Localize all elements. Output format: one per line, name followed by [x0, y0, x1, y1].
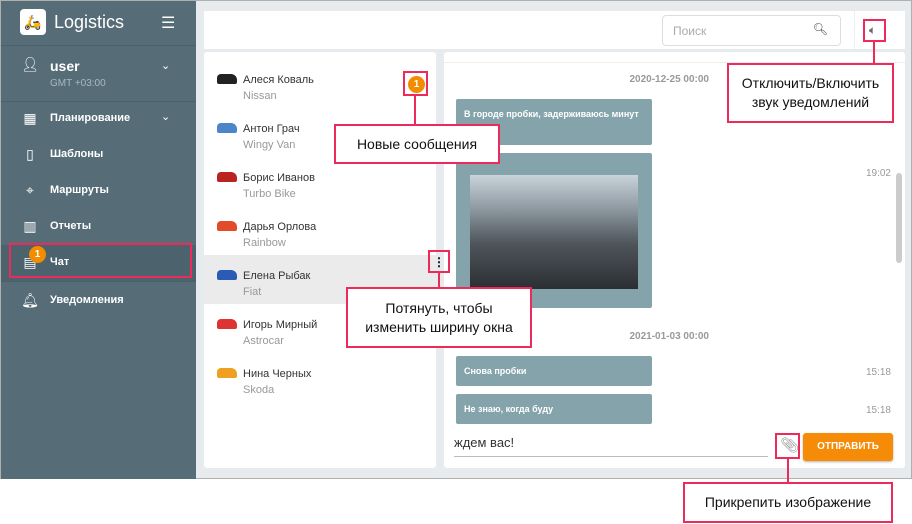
- contact-item[interactable]: Нина Черных Skoda: [204, 353, 436, 402]
- contact-item[interactable]: Борис Иванов Turbo Bike: [204, 157, 436, 206]
- user-icon: 👤︎: [21, 56, 39, 72]
- callout-new-messages: Новые сообщения: [334, 124, 500, 164]
- highlight-attach: [775, 433, 800, 459]
- calendar-icon: ▦: [23, 110, 37, 126]
- brand-name: Logistics: [54, 12, 125, 32]
- contact-name: Алеся Коваль: [243, 74, 314, 86]
- contact-vehicle: Astrocar: [243, 335, 284, 347]
- user-name[interactable]: user: [50, 58, 80, 74]
- callout-resize: Потянуть, чтобы изменить ширину окна: [346, 287, 532, 348]
- message-time: 15:18: [865, 405, 891, 416]
- sidebar-item-planning[interactable]: ▦ Планирование ⌄: [1, 101, 196, 137]
- message-bubble: Не знаю, когда буду: [456, 394, 652, 424]
- timezone: GMT +03:00: [50, 78, 106, 89]
- image-message[interactable]: [456, 153, 652, 308]
- bell-icon: 🔔︎: [21, 292, 39, 308]
- contact-vehicle: Rainbow: [243, 237, 286, 249]
- sidebar-item-routes[interactable]: ⌖ Маршруты: [1, 173, 196, 209]
- callout-sound: Отключить/Включить звук уведомлений: [727, 63, 894, 123]
- contact-name: Антон Грач: [243, 123, 300, 135]
- vehicle-icon: [217, 270, 237, 280]
- vehicle-icon: [217, 123, 237, 133]
- message-bubble: Снова пробки: [456, 356, 652, 386]
- message-time: 19:02: [865, 168, 891, 179]
- sidebar: 🛵 Logistics ☰ 👤︎ user ⌄ GMT +03:00 ▦ План…: [1, 1, 196, 479]
- contact-name: Игорь Мирный: [243, 319, 318, 331]
- logo-icon: 🛵: [20, 9, 46, 35]
- route-icon: ⌖: [26, 182, 34, 198]
- search-icon[interactable]: 🔍︎: [813, 22, 828, 36]
- chevron-down-icon: ⌄: [161, 111, 171, 123]
- scrollbar[interactable]: [896, 173, 902, 263]
- template-icon: ▯: [26, 146, 34, 162]
- vehicle-icon: [217, 368, 237, 378]
- contact-vehicle: Nissan: [243, 90, 277, 102]
- vehicle-icon: [217, 74, 237, 84]
- sidebar-item-notifications[interactable]: 🔔︎ Уведомления: [1, 283, 196, 319]
- vehicle-icon: [217, 319, 237, 329]
- date-separator: 2020-12-25 00:00: [629, 74, 709, 85]
- contact-vehicle: Fiat: [243, 286, 262, 298]
- vehicle-icon: [217, 221, 237, 231]
- contact-list: Алеся Коваль Nissan 1 Антон Грач Wingy Va…: [204, 52, 436, 468]
- highlight-new-badge: [403, 71, 428, 96]
- contact-name: Елена Рыбак: [243, 270, 311, 282]
- menu-icon[interactable]: ☰: [161, 13, 175, 33]
- highlight-sound: [863, 19, 886, 42]
- message-input[interactable]: ждем вас!: [454, 435, 768, 457]
- contact-item[interactable]: Дарья Орлова Rainbow: [204, 206, 436, 255]
- resize-handle-icon[interactable]: ⋮: [428, 250, 450, 273]
- contact-vehicle: Skoda: [243, 384, 275, 396]
- contact-vehicle: Wingy Van: [243, 139, 296, 151]
- callout-attach: Прикрепить изображение: [683, 482, 893, 523]
- highlight-chat: [9, 243, 192, 278]
- sidebar-item-reports[interactable]: ▥ Отчеты: [1, 209, 196, 245]
- traffic-photo[interactable]: [470, 175, 638, 289]
- contact-item[interactable]: Алеся Коваль Nissan 1: [204, 59, 436, 108]
- message-time: 15:18: [865, 367, 891, 378]
- contact-name: Нина Черных: [243, 368, 312, 380]
- contact-name: Дарья Орлова: [243, 221, 317, 233]
- contact-vehicle: Turbo Bike: [243, 188, 296, 200]
- vehicle-icon: [217, 172, 237, 182]
- chart-icon: ▥: [23, 218, 37, 234]
- chevron-down-icon[interactable]: ⌄: [161, 59, 170, 72]
- search-input[interactable]: Поиск 🔍︎: [662, 15, 841, 46]
- sidebar-item-templates[interactable]: ▯ Шаблоны: [1, 137, 196, 173]
- contact-name: Борис Иванов: [243, 172, 315, 184]
- send-button[interactable]: ОТПРАВИТЬ: [803, 433, 893, 461]
- top-bar: Поиск 🔍︎ 🔈︎: [204, 11, 905, 49]
